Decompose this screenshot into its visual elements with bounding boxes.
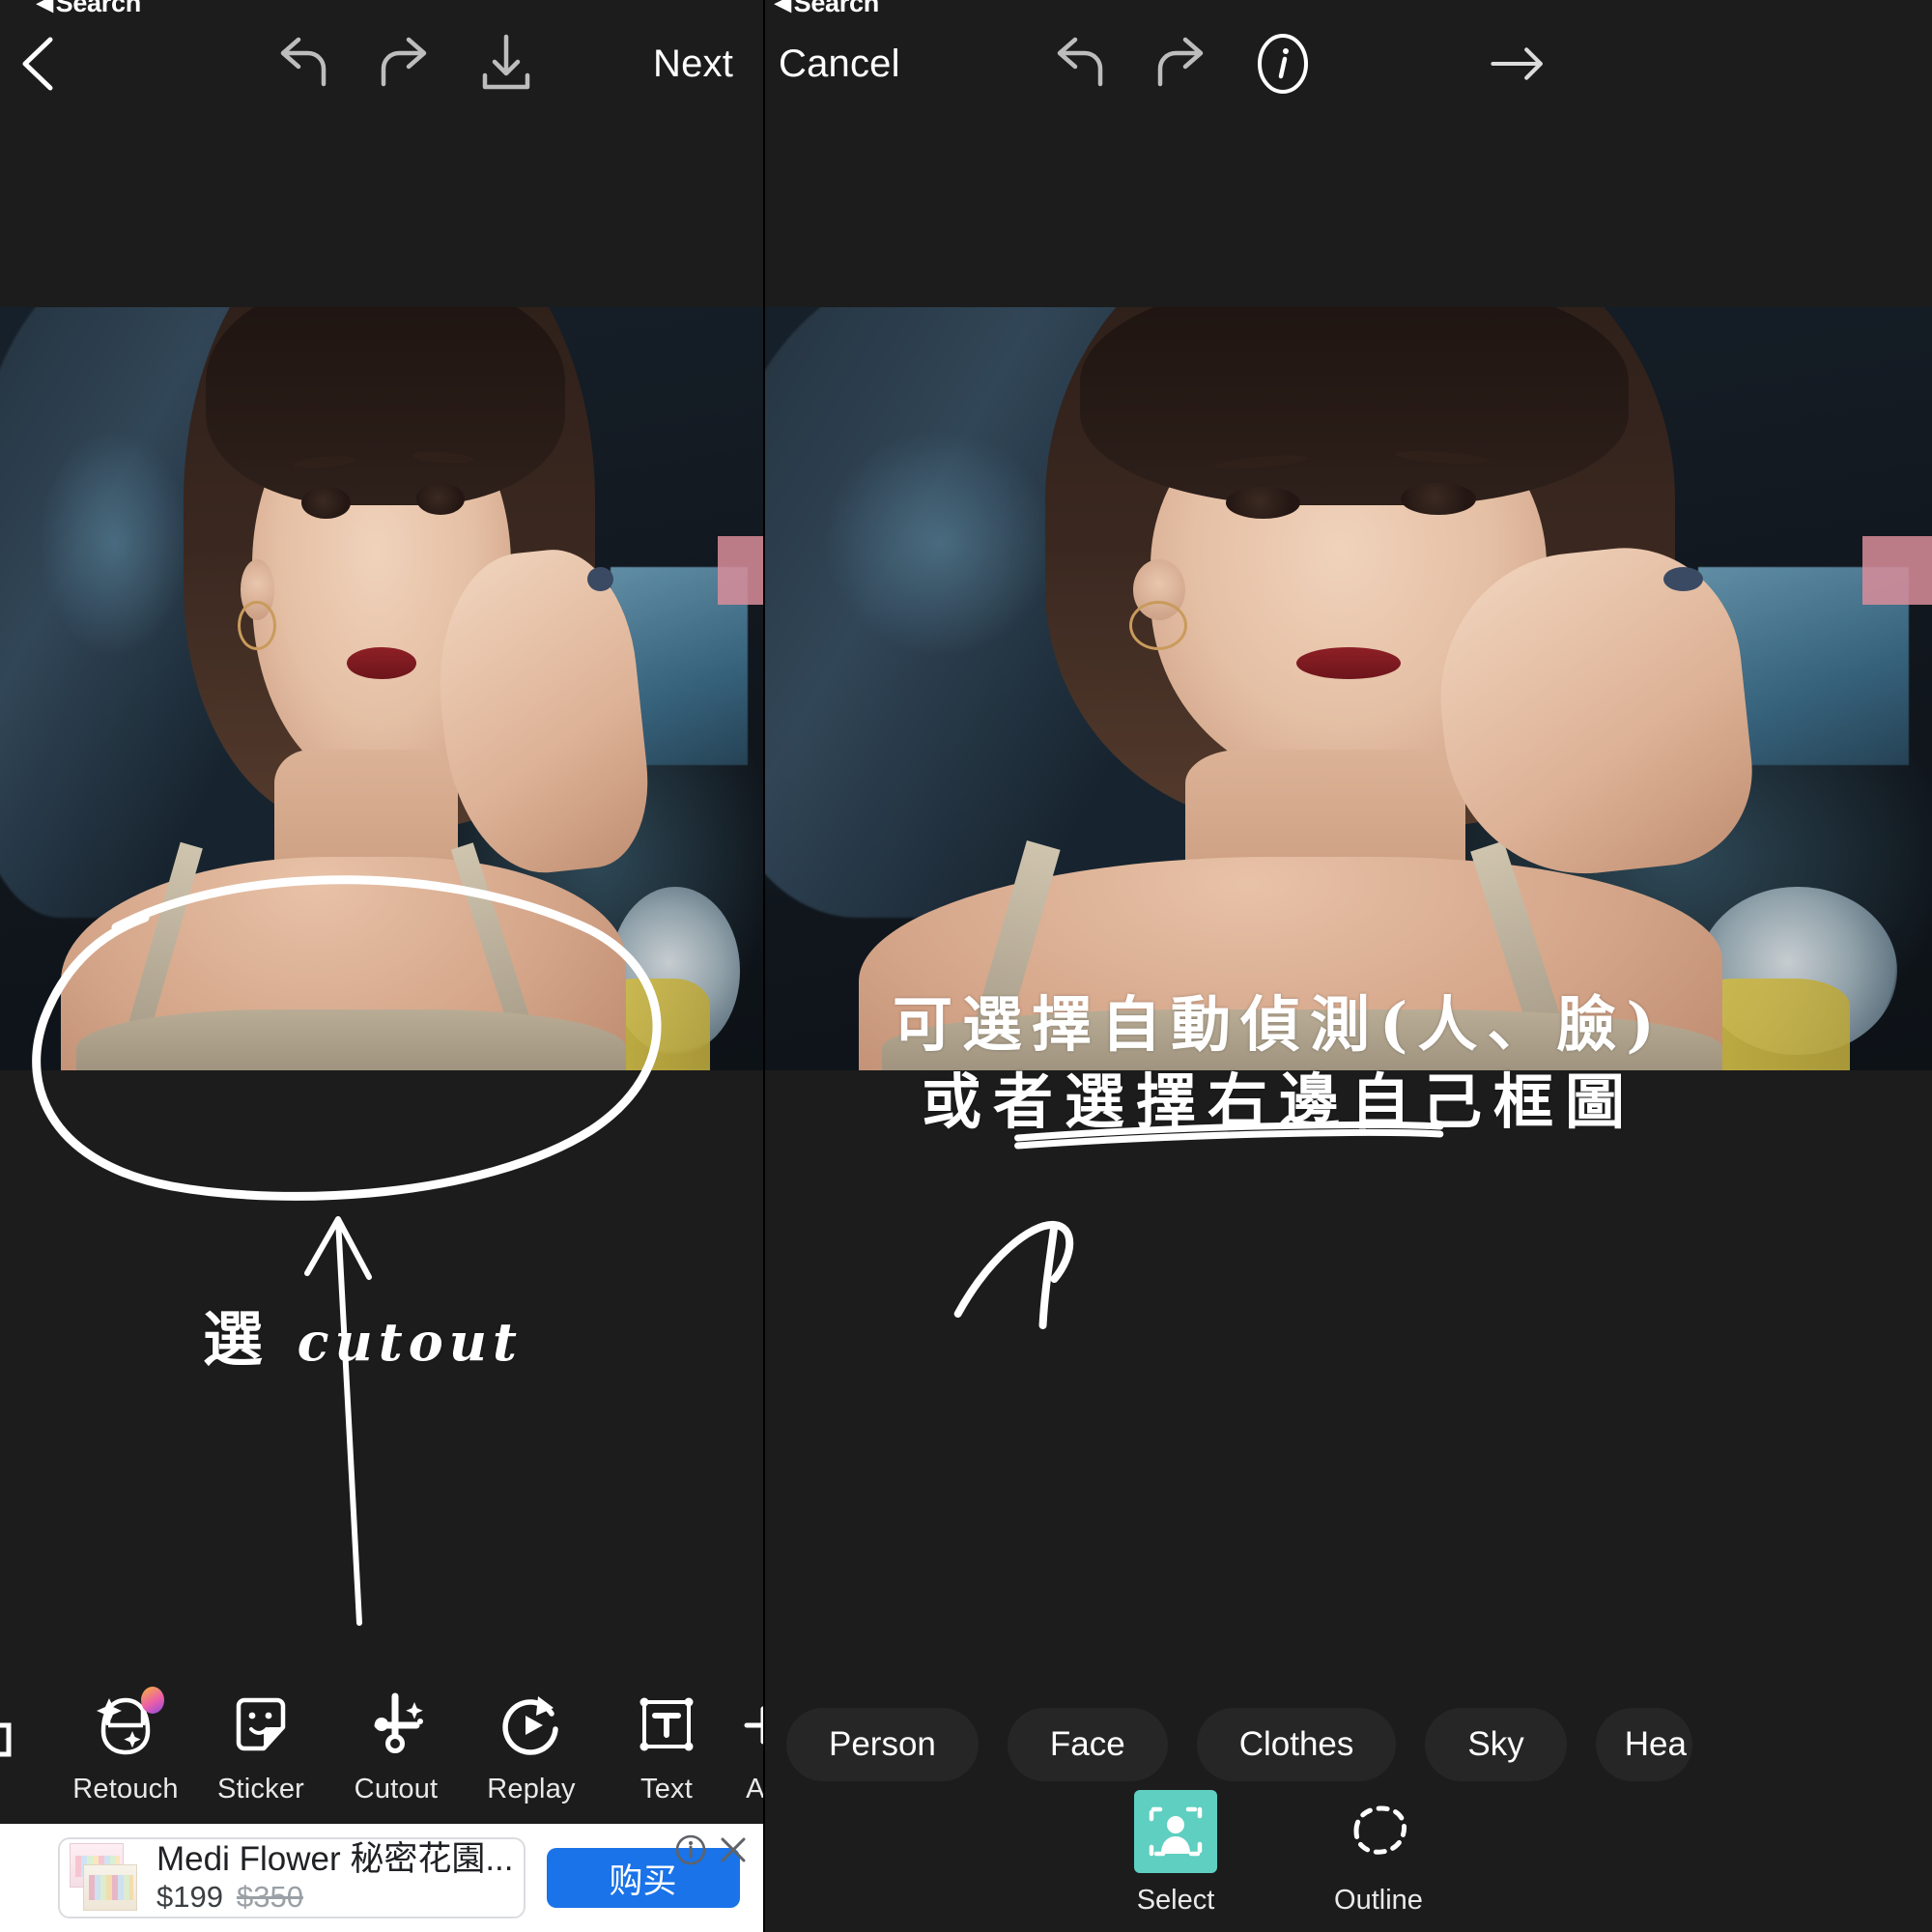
sticker-icon bbox=[225, 1689, 297, 1760]
ad-controls bbox=[674, 1833, 750, 1866]
back-button[interactable] bbox=[8, 33, 70, 95]
left-annotation-cn: 選 bbox=[203, 1304, 264, 1375]
status-bar-right: ◀ Search bbox=[765, 0, 1932, 15]
left-top-nav: Next bbox=[0, 15, 763, 112]
dashed-lasso-icon bbox=[1337, 1790, 1420, 1873]
chip-face[interactable]: Face bbox=[1007, 1708, 1168, 1781]
redo-button-right[interactable] bbox=[1150, 33, 1211, 95]
ad-info-icon[interactable] bbox=[674, 1833, 707, 1866]
ad-product-thumbnail bbox=[68, 1843, 143, 1913]
chip-person[interactable]: Person bbox=[786, 1708, 979, 1781]
toolbar-label-retouch: Retouch bbox=[72, 1773, 179, 1804]
photo-selfie-right bbox=[765, 307, 1932, 1070]
photo-selfie-left bbox=[0, 307, 763, 1070]
download-button[interactable] bbox=[475, 33, 537, 95]
toolbar-item-cutout[interactable]: Cutout bbox=[328, 1689, 464, 1805]
ad-card[interactable]: Medi Flower 秘密花園... $199 $350 bbox=[58, 1837, 526, 1918]
close-icon[interactable] bbox=[717, 1833, 750, 1866]
add-icon bbox=[734, 1689, 763, 1760]
back-caret-icon: ◀ bbox=[37, 0, 53, 14]
toolbar-label-cutout: Cutout bbox=[354, 1773, 439, 1804]
ad-price-original: $350 bbox=[236, 1879, 303, 1914]
right-handwritten-line2: 或者選擇右邊自己框圖 bbox=[922, 1066, 1637, 1137]
toolbar-item-text[interactable]: Text bbox=[599, 1689, 734, 1805]
ad-copy: Medi Flower 秘密花園... $199 $350 bbox=[156, 1841, 514, 1915]
return-to-search-label[interactable]: ◀ Search bbox=[37, 0, 141, 15]
right-handwritten-line1: 可選擇自動偵測(人、臉) bbox=[893, 989, 1664, 1060]
undo-button-right[interactable] bbox=[1049, 33, 1111, 95]
ad-price-row: $199 $350 bbox=[156, 1880, 514, 1915]
toolbar-item-add[interactable]: Ad bbox=[734, 1689, 763, 1805]
mode-outline[interactable]: Outline bbox=[1277, 1790, 1480, 1917]
toolbar-item-sticker[interactable]: Sticker bbox=[193, 1689, 328, 1805]
right-top-nav: Cancel bbox=[765, 15, 1932, 112]
status-back-text: Search bbox=[55, 0, 142, 15]
chip-sky[interactable]: Sky bbox=[1425, 1708, 1567, 1781]
left-handwritten-annotation: 選 cutout bbox=[203, 1291, 523, 1378]
status-bar-left: ◀ Search bbox=[0, 0, 763, 15]
toolbar-label-sticker: Sticker bbox=[216, 1773, 305, 1804]
auto-detect-chip-row[interactable]: Person Face Clothes Sky Hea bbox=[765, 1702, 1932, 1787]
ad-title: Medi Flower 秘密花園... bbox=[156, 1840, 514, 1879]
info-circle-icon[interactable] bbox=[1252, 33, 1314, 95]
undo-button[interactable] bbox=[272, 33, 334, 95]
text-box-icon bbox=[631, 1689, 702, 1760]
back-caret-icon-right: ◀ bbox=[775, 0, 791, 14]
retouch-new-badge bbox=[141, 1686, 164, 1714]
toolbar-label-replay: Replay bbox=[487, 1773, 576, 1804]
partial-icon bbox=[0, 1704, 58, 1776]
ad-price-current: $199 bbox=[156, 1879, 223, 1914]
left-annotation-en: cutout bbox=[297, 1311, 523, 1373]
toolbar-label-add: Ad bbox=[746, 1773, 763, 1804]
right-photo-stage[interactable] bbox=[765, 307, 1932, 1070]
mode-label-outline: Outline bbox=[1334, 1884, 1423, 1916]
left-panel-editor: ◀ Search Next 選 cutout Retouch Sticker C… bbox=[0, 0, 763, 1932]
mode-select[interactable]: Select bbox=[1074, 1789, 1277, 1917]
editor-toolbar: Retouch Sticker Cutout Replay Text A bbox=[0, 1669, 763, 1824]
chip-head[interactable]: Hea bbox=[1595, 1708, 1692, 1781]
toolbar-item-partial-left[interactable] bbox=[0, 1704, 58, 1789]
right-panel-cutout: ◀ Search Cancel 可選擇自動偵測(人、臉) 或者選擇右邊自己框圖 … bbox=[763, 0, 1932, 1932]
person-in-frame-icon bbox=[1134, 1789, 1217, 1873]
cancel-button[interactable]: Cancel bbox=[779, 43, 900, 86]
ad-banner[interactable]: Medi Flower 秘密花園... $199 $350 购买 bbox=[0, 1824, 763, 1932]
toolbar-item-retouch[interactable]: Retouch bbox=[58, 1686, 193, 1805]
toolbar-label-text: Text bbox=[640, 1773, 693, 1804]
mode-label-select: Select bbox=[1136, 1884, 1215, 1916]
redo-button[interactable] bbox=[373, 33, 435, 95]
return-to-search-label-right[interactable]: ◀ Search bbox=[775, 0, 879, 15]
status-back-text-right: Search bbox=[793, 0, 880, 15]
chip-clothes[interactable]: Clothes bbox=[1196, 1708, 1397, 1781]
next-button[interactable]: Next bbox=[653, 43, 733, 86]
selection-mode-row: Select Outline bbox=[765, 1785, 1932, 1920]
replay-icon bbox=[496, 1689, 567, 1760]
cutout-scissors-icon bbox=[360, 1689, 432, 1760]
screenshot-root: ◀ Search Next 選 cutout Retouch Sticker C… bbox=[0, 0, 1932, 1932]
toolbar-item-replay[interactable]: Replay bbox=[464, 1689, 599, 1805]
left-photo-stage[interactable] bbox=[0, 307, 763, 1070]
arrow-right-icon[interactable] bbox=[1488, 33, 1549, 95]
